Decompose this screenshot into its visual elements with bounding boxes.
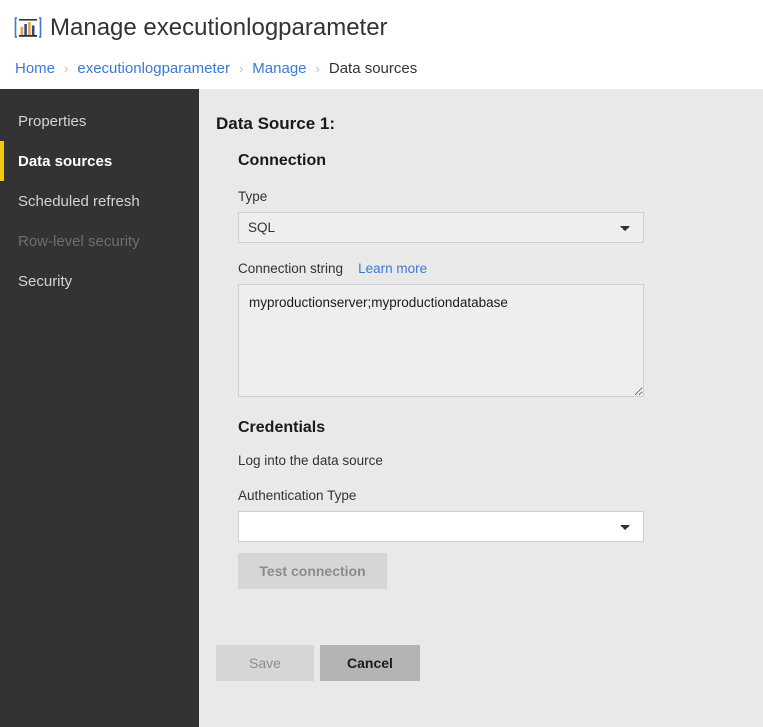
page-header: Manage executionlogparameter Home › exec… [0, 0, 763, 89]
page-title: Manage executionlogparameter [50, 14, 388, 41]
sidebar-item-row-level-security: Row-level security [0, 221, 199, 261]
sidebar-item-label: Scheduled refresh [18, 192, 140, 210]
breadcrumb-item-executionlogparameter[interactable]: executionlogparameter [77, 59, 230, 79]
connection-string-input[interactable] [238, 284, 644, 397]
sidebar-item-label: Row-level security [18, 232, 140, 250]
authentication-type-select-wrap [199, 511, 763, 542]
form-actions: Save Cancel [199, 645, 763, 681]
connection-type-select[interactable]: SQL [238, 212, 644, 243]
sidebar-nav: Properties Data sources Scheduled refres… [0, 89, 199, 727]
connection-string-label-text: Connection string [238, 261, 344, 276]
sidebar-item-label: Security [18, 272, 73, 290]
authentication-type-select[interactable] [238, 511, 644, 542]
report-bar-chart-icon [14, 15, 42, 41]
sidebar-item-data-sources[interactable]: Data sources [0, 141, 199, 181]
title-row: Manage executionlogparameter [0, 0, 763, 48]
breadcrumb-item-manage[interactable]: Manage [252, 59, 306, 79]
breadcrumb-item-data-sources: Data sources [328, 60, 418, 77]
breadcrumb-separator: › [64, 61, 69, 76]
main-content: Data Source 1: Connection Type SQL Conne… [199, 89, 763, 727]
save-button[interactable]: Save [216, 645, 314, 681]
sidebar-item-scheduled-refresh[interactable]: Scheduled refresh [0, 181, 199, 221]
credentials-description: Log into the data source [238, 453, 383, 468]
type-label: Type [199, 188, 763, 206]
test-connection-wrap: Test connection [199, 553, 763, 589]
connection-string-label: Connection string Learn more [199, 260, 763, 278]
authentication-type-label: Authentication Type [199, 487, 763, 505]
authentication-type-label-text: Authentication Type [238, 488, 357, 503]
type-select-wrap: SQL [199, 212, 763, 243]
body-wrapper: Properties Data sources Scheduled refres… [0, 89, 763, 727]
learn-more-link[interactable]: Learn more [358, 260, 427, 278]
breadcrumb: Home › executionlogparameter › Manage › … [0, 59, 763, 79]
connection-string-wrap [199, 284, 763, 402]
breadcrumb-item-home[interactable]: Home [15, 59, 55, 79]
sidebar-item-security[interactable]: Security [0, 261, 199, 301]
breadcrumb-separator: › [315, 61, 320, 76]
connection-heading: Connection [238, 152, 326, 169]
credentials-heading: Credentials [238, 419, 326, 436]
type-label-text: Type [238, 189, 268, 204]
sidebar-item-label: Data sources [18, 152, 113, 170]
test-connection-button[interactable]: Test connection [238, 553, 387, 589]
sidebar-item-label: Properties [18, 112, 87, 130]
breadcrumb-separator: › [238, 61, 244, 76]
sidebar-item-properties[interactable]: Properties [0, 101, 199, 141]
data-source-title: Data Source 1: [216, 114, 336, 133]
cancel-button[interactable]: Cancel [320, 645, 420, 681]
